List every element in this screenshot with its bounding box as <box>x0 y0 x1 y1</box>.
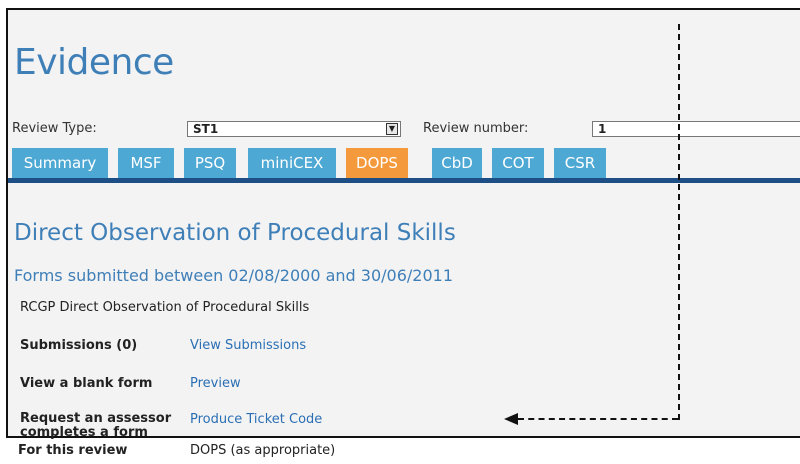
form-name: RCGP Direct Observation of Procedural Sk… <box>20 300 310 315</box>
review-type-label: Review Type: <box>12 121 97 136</box>
section-title: Direct Observation of Procedural Skills <box>14 220 456 246</box>
tab-csr[interactable]: CSR <box>554 148 606 178</box>
page-title: Evidence <box>14 42 174 83</box>
below-frame-row: For this review DOPS (as appropriate) <box>0 440 800 464</box>
review-value: DOPS (as appropriate) <box>190 443 336 458</box>
tab-summary[interactable]: Summary <box>12 148 108 178</box>
annotation-dashed-horizontal <box>518 418 678 420</box>
produce-ticket-code-link[interactable]: Produce Ticket Code <box>190 412 322 427</box>
date-range: Forms submitted between 02/08/2000 and 3… <box>14 266 454 285</box>
view-submissions-link[interactable]: View Submissions <box>190 338 306 353</box>
tab-dops[interactable]: DOPS <box>346 148 408 178</box>
tab-minicex[interactable]: miniCEX <box>248 148 336 178</box>
blank-form-label: View a blank form <box>20 376 153 391</box>
review-label: For this review <box>18 443 128 458</box>
review-number-value: 1 <box>598 122 607 136</box>
chevron-down-icon[interactable]: ▼ <box>386 123 398 135</box>
tab-cbd[interactable]: CbD <box>432 148 482 178</box>
review-type-select[interactable]: ST1 ▼ <box>187 121 401 137</box>
tab-psq[interactable]: PSQ <box>184 148 236 178</box>
tab-bar-divider <box>8 178 800 183</box>
submissions-label: Submissions (0) <box>20 338 138 353</box>
arrow-left-icon <box>504 413 518 425</box>
review-number-select[interactable]: 1 ▼ <box>592 121 800 137</box>
tab-msf[interactable]: MSF <box>118 148 174 178</box>
request-assessor-label: Request an assessor completes a form <box>20 411 172 440</box>
annotation-dashed-vertical <box>678 24 680 420</box>
preview-link[interactable]: Preview <box>190 376 241 391</box>
review-number-label: Review number: <box>423 121 529 136</box>
tab-cot[interactable]: COT <box>492 148 544 178</box>
evidence-panel: Evidence Review Type: ST1 ▼ Review numbe… <box>6 8 800 440</box>
review-type-value: ST1 <box>193 122 219 136</box>
